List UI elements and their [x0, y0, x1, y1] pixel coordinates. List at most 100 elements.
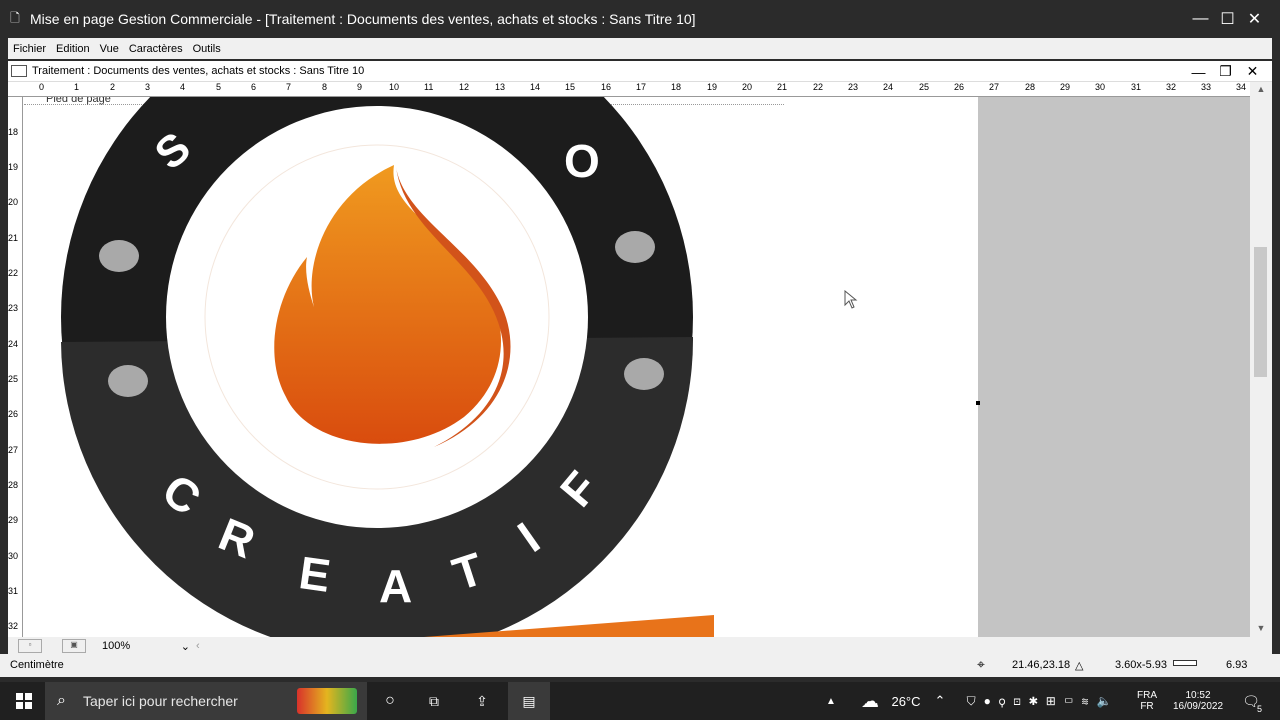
- rivet: [615, 231, 655, 263]
- ruler-tick: 34: [1236, 82, 1247, 92]
- ruler-tick: 16: [601, 82, 612, 92]
- ruler-tick: 28: [1025, 82, 1036, 92]
- ruler-tick: 22: [813, 82, 824, 92]
- size-icon: △: [1075, 660, 1084, 672]
- ruler-tick: 20: [742, 82, 753, 92]
- logo-image[interactable]: S O C R E A T I F: [24, 97, 978, 637]
- ruler-tick: 2: [110, 82, 116, 92]
- ruler-tick: 1: [74, 82, 80, 92]
- doc-minimize-button[interactable]: —: [1185, 61, 1212, 82]
- document-title-bar: Traitement : Documents des ventes, achat…: [8, 61, 1272, 82]
- design-canvas[interactable]: Pied de page S O C R E A T I F: [24, 97, 1250, 637]
- ruler-tick: 23: [848, 82, 859, 92]
- menu-edition[interactable]: Edition: [51, 43, 95, 55]
- document-icon: [11, 65, 27, 77]
- ruler-tick: 19: [707, 82, 718, 92]
- ruler-tick: 19: [8, 162, 19, 172]
- menu-vue[interactable]: Vue: [95, 43, 124, 55]
- minimize-button[interactable]: —: [1187, 0, 1214, 38]
- ruler-tick: 10: [389, 82, 400, 92]
- vertical-scrollbar[interactable]: ▲ ▼: [1250, 82, 1272, 637]
- taskbar: ⌕ Taper ici pour rechercher ○ ⧉ ⇪ ▤ ▲ ☁ …: [0, 682, 1280, 720]
- ruler-tick: 12: [459, 82, 470, 92]
- active-app-icon[interactable]: ▤: [508, 682, 550, 720]
- ruler-tick: 18: [8, 127, 19, 137]
- ruler-tick: 8: [322, 82, 328, 92]
- search-highlight-icon: [297, 688, 357, 714]
- resize-handle[interactable]: [976, 401, 980, 405]
- unit-label: Centimètre: [10, 659, 64, 671]
- horizontal-scrollbar: ▫ ▣ 100% ⌄ ‹: [8, 637, 1272, 655]
- ruler-tick: 27: [989, 82, 1000, 92]
- language-indicator[interactable]: FRA FR: [1134, 682, 1160, 720]
- ruler-tick: 5: [216, 82, 222, 92]
- doc-restore-button[interactable]: ❐: [1212, 61, 1239, 82]
- scroll-left-arrow-icon[interactable]: ‹: [196, 640, 200, 652]
- cortana-icon[interactable]: ○: [378, 682, 402, 720]
- ruler-tick: 32: [1166, 82, 1177, 92]
- vertical-scroll-thumb[interactable]: [1254, 247, 1267, 377]
- ruler-tick: 25: [919, 82, 930, 92]
- language-code: FRA: [1137, 690, 1157, 701]
- menu-bar: Fichier Edition Vue Caractères Outils: [8, 38, 1272, 59]
- notification-icon[interactable]: 🗨 5: [1238, 682, 1264, 720]
- ruler-tick: 3: [145, 82, 151, 92]
- clock-date: 16/09/2022: [1172, 701, 1224, 712]
- ruler-tick: 4: [180, 82, 186, 92]
- ruler-tick: 32: [8, 621, 19, 631]
- app-icon[interactable]: 🗋: [0, 9, 30, 30]
- taskbar-search-box[interactable]: ⌕ Taper ici pour rechercher: [45, 682, 367, 720]
- size-readout: 3.60x-5.93: [1115, 659, 1167, 671]
- weather-temp[interactable]: 26°C: [886, 682, 926, 720]
- close-button[interactable]: ✕: [1241, 0, 1268, 38]
- rivet: [624, 358, 664, 390]
- chevron-up-icon[interactable]: ⌃: [930, 682, 950, 720]
- menu-outils[interactable]: Outils: [188, 43, 226, 55]
- notification-count: 5: [1256, 704, 1262, 714]
- ruler-tick: 23: [8, 303, 19, 313]
- tray-icons[interactable]: ⛉●⚲⊡✱⊞▭≋🔈: [953, 682, 1133, 720]
- ruler-tick: 20: [8, 197, 19, 207]
- ruler-tick: 28: [8, 480, 19, 490]
- ruler-tick: 31: [8, 586, 19, 596]
- zoom-select[interactable]: 100% ⌄: [102, 640, 190, 653]
- pinned-app-icon[interactable]: ⇪: [468, 682, 496, 720]
- ruler-tick: 11: [424, 82, 434, 92]
- horizontal-ruler[interactable]: 0 1 2 3 4 5 6 7 8 9 10 11 12 13 14 15 16…: [8, 82, 1250, 97]
- scroll-up-arrow-icon[interactable]: ▲: [1250, 84, 1272, 94]
- ruler-tick: 13: [495, 82, 506, 92]
- menu-caracteres[interactable]: Caractères: [124, 43, 188, 55]
- tray-overflow-icon[interactable]: ▲: [824, 682, 838, 720]
- value-readout: 6.93: [1226, 659, 1248, 671]
- ruler-tick: 9: [357, 82, 363, 92]
- rivet: [108, 365, 148, 397]
- keyboard-code: FR: [1140, 701, 1154, 712]
- windows-start-icon[interactable]: [10, 682, 38, 720]
- ruler-tick: 24: [883, 82, 894, 92]
- ruler-tick: 31: [1131, 82, 1142, 92]
- weather-icon[interactable]: ☁: [858, 682, 882, 720]
- task-view-icon[interactable]: ⧉: [422, 682, 446, 720]
- doc-close-button[interactable]: ✕: [1239, 61, 1266, 82]
- ruler-tick: 30: [1095, 82, 1106, 92]
- document-title: Traitement : Documents des ventes, achat…: [32, 65, 365, 77]
- ruler-tick: 15: [565, 82, 576, 92]
- ruler-tick: 26: [954, 82, 965, 92]
- chevron-down-icon: ⌄: [180, 640, 190, 653]
- page-view-button[interactable]: ▫: [18, 639, 42, 653]
- clock[interactable]: 10:52 16/09/2022: [1166, 682, 1230, 720]
- window-controls: — ☐ ✕: [1187, 0, 1280, 38]
- zoom-value: 100%: [102, 639, 131, 652]
- scroll-down-arrow-icon[interactable]: ▼: [1250, 623, 1272, 633]
- ruler-tick: 21: [8, 233, 19, 243]
- ruler-tick: 0: [39, 82, 45, 92]
- layout-view-button[interactable]: ▣: [62, 639, 86, 653]
- maximize-button[interactable]: ☐: [1214, 0, 1241, 38]
- off-page-area: [978, 97, 1250, 637]
- rivet: [99, 240, 139, 272]
- document-controls: — ❐ ✕: [1185, 61, 1266, 82]
- menu-fichier[interactable]: Fichier: [8, 43, 51, 55]
- vertical-ruler[interactable]: 18 19 20 21 22 23 24 25 26 27 28 29 30 3…: [8, 97, 23, 637]
- clock-time: 10:52: [1185, 690, 1211, 701]
- ruler-tick: 25: [8, 374, 19, 384]
